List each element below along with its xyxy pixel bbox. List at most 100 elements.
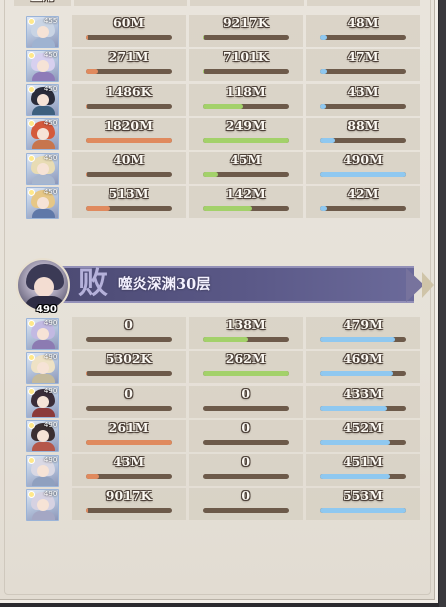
stat-bar-fill	[319, 371, 393, 377]
character-portrait[interactable]: 490	[26, 317, 60, 350]
character-portrait[interactable]: 450	[26, 118, 60, 151]
portrait-face	[37, 162, 50, 175]
portrait-body	[32, 373, 56, 383]
stat-bar	[202, 337, 289, 342]
character-portrait[interactable]: 455	[26, 15, 60, 48]
healing-cell: 490M	[305, 152, 420, 185]
stat-value: 1486K	[105, 83, 152, 99]
healing-cell: 433M	[305, 385, 420, 418]
stat-bar-fill	[202, 137, 289, 143]
stat-value: 261M	[108, 419, 149, 435]
damage-taken-cell: 0	[188, 385, 303, 418]
character-portrait[interactable]: 490	[26, 351, 60, 384]
damage-taken-cell: 249M	[188, 117, 303, 150]
battle-stats-panel: 全用 455 60M 9217K 48M 450 271M 7101K 47M 450 1486K…	[0, 0, 438, 603]
stat-value: 48M	[347, 15, 379, 30]
stat-value: 42M	[347, 186, 379, 202]
character-portrait[interactable]: 490	[26, 420, 60, 453]
scrollbar[interactable]	[439, 0, 446, 607]
damage-dealt-cell: 5302K	[71, 351, 186, 384]
damage-dealt-cell: 1820M	[71, 117, 186, 150]
stat-value: 40M	[113, 152, 145, 168]
stat-bar	[202, 69, 289, 75]
stat-value: 0	[124, 385, 133, 401]
stat-value: 553M	[342, 488, 383, 504]
avatar-cell: 450	[14, 152, 72, 185]
healing-cell: 469M	[305, 351, 420, 384]
character-portrait[interactable]: 450	[26, 152, 60, 185]
avatar-cell: 450	[14, 118, 72, 151]
healing-cell: 553M	[305, 488, 420, 521]
stat-bar	[202, 508, 289, 514]
stat-bar-fill	[319, 69, 327, 75]
stat-value: 469M	[342, 351, 383, 367]
portrait-body	[32, 476, 56, 486]
stat-bar	[85, 337, 172, 342]
stat-bar	[85, 206, 172, 212]
stat-bar	[202, 439, 289, 445]
character-portrait[interactable]: 450	[26, 49, 60, 82]
stat-value: 0	[241, 419, 251, 435]
character-level: 455	[43, 16, 58, 25]
stat-value: 479M	[342, 317, 383, 332]
stat-value: 43M	[113, 454, 145, 470]
battle-result-banner[interactable]: 490 败 噬炎深渊30层	[14, 258, 434, 318]
stat-bar-fill	[202, 172, 219, 178]
stat-bar	[202, 103, 289, 109]
character-level: 450	[43, 119, 58, 128]
character-level: 490	[43, 421, 58, 430]
stat-bar-fill	[85, 508, 89, 514]
avatar-cell: 490	[14, 386, 72, 419]
portrait-body	[32, 510, 56, 520]
damage-dealt-cell: 0	[71, 317, 186, 349]
character-level: 450	[43, 50, 58, 59]
avatar-cell: 490	[14, 317, 72, 350]
stat-value: 60M	[113, 15, 145, 30]
healing-cell: 479M	[305, 317, 420, 349]
healing-cell: 88M	[305, 117, 420, 150]
portrait-face	[37, 59, 50, 72]
element-icon	[28, 456, 36, 464]
damage-dealt-cell: 261M	[71, 419, 186, 452]
character-stat-row: 490 261M 0 452M	[14, 419, 420, 454]
portrait-face	[37, 25, 50, 38]
portrait-body	[32, 442, 56, 452]
team-stats-group-1: 455 60M 9217K 48M 450 271M 7101K 47M 450 1486K 118…	[14, 15, 420, 221]
character-portrait[interactable]: 490	[26, 454, 60, 487]
character-level: 490	[43, 352, 58, 361]
damage-dealt-cell: 60M	[71, 15, 186, 47]
damage-dealt-cell: 0	[71, 385, 186, 418]
portrait-face	[37, 327, 50, 340]
element-icon	[28, 17, 36, 25]
character-stat-row: 490 43M 0 451M	[14, 454, 420, 488]
stat-bar-fill	[319, 137, 336, 143]
portrait-body	[32, 208, 56, 218]
stat-bar-fill	[319, 35, 327, 40]
stat-bar-fill	[202, 371, 289, 377]
stat-value: 9217K	[222, 15, 269, 30]
summary-stat-cell	[74, 0, 188, 6]
stat-bar	[319, 371, 406, 377]
stat-bar	[202, 474, 289, 480]
stat-bar	[319, 172, 406, 178]
character-portrait[interactable]: 450	[26, 84, 60, 117]
stat-value: 513M	[108, 186, 149, 202]
element-icon	[28, 319, 36, 327]
stat-bar	[85, 103, 172, 109]
avatar-cell: 490	[14, 420, 72, 453]
healing-cell: 42M	[305, 186, 420, 219]
stat-bar	[319, 69, 406, 75]
stat-bar	[319, 337, 406, 342]
stat-bar-fill	[85, 103, 87, 109]
banner-background	[54, 266, 414, 303]
stat-bar	[202, 172, 289, 178]
character-portrait[interactable]: 490	[26, 386, 60, 419]
stat-bar-fill	[85, 371, 88, 377]
stat-value: 142M	[225, 186, 266, 202]
healing-cell: 452M	[305, 419, 420, 452]
character-stat-row: 450 1820M 249M 88M	[14, 117, 420, 152]
stat-bar-fill	[319, 474, 391, 480]
character-portrait[interactable]: 490	[26, 488, 60, 521]
damage-dealt-cell: 9017K	[71, 488, 186, 521]
character-portrait[interactable]: 450	[26, 186, 60, 219]
